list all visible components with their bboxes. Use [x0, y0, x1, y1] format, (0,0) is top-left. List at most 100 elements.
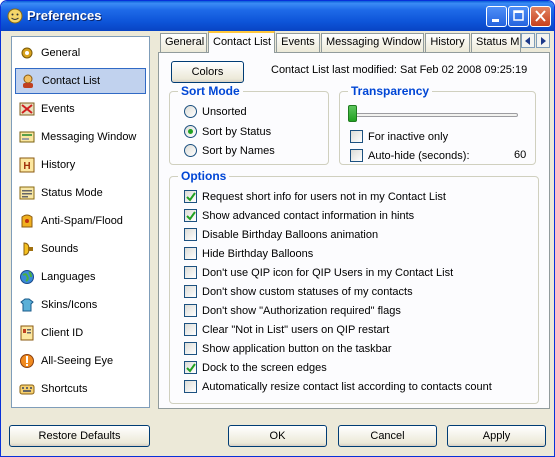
option-dock-to-screen-edges[interactable]: Dock to the screen edges — [184, 361, 327, 374]
checkbox[interactable] — [350, 149, 363, 162]
preferences-window: Preferences General Contact List Events … — [0, 0, 555, 457]
tab-events[interactable]: Events — [276, 33, 320, 52]
nav-item-contact-list[interactable]: Contact List — [15, 68, 146, 94]
checkbox-label: Clear "Not in List" users on QIP restart — [202, 323, 390, 336]
tab-contact-list[interactable]: Contact List — [208, 31, 275, 53]
checkbox-for-inactive-only[interactable]: For inactive only — [350, 130, 448, 143]
nav-item-label: Languages — [41, 271, 96, 283]
option-dont-use-qip-icon[interactable]: Don't use QIP icon for QIP Users in my C… — [184, 266, 453, 279]
nav-item-history[interactable]: H History — [15, 152, 146, 178]
nav-item-shortcuts[interactable]: Shortcuts — [15, 376, 146, 402]
checkbox-auto-hide[interactable]: Auto-hide (seconds): — [350, 149, 470, 162]
nav-item-label: Shortcuts — [41, 383, 88, 395]
checkbox-label: Automatically resize contact list accord… — [202, 380, 492, 393]
maximize-button[interactable] — [508, 6, 529, 27]
maximize-icon — [513, 10, 524, 21]
radio-sort-by-names[interactable]: Sort by Names — [184, 144, 275, 157]
skins-icon — [20, 298, 34, 312]
option-show-taskbar-button[interactable]: Show application button on the taskbar — [184, 342, 392, 355]
checkbox[interactable] — [184, 342, 197, 355]
checkbox-label: Auto-hide (seconds): — [368, 149, 470, 162]
checkmark-icon — [186, 211, 196, 221]
sounds-icon — [23, 242, 33, 256]
sort-mode-title: Sort Mode — [178, 84, 243, 98]
apply-button[interactable]: Apply — [447, 425, 546, 447]
nav-item-sounds[interactable]: Sounds — [15, 236, 146, 262]
option-clear-not-in-list[interactable]: Clear "Not in List" users on QIP restart — [184, 323, 389, 336]
contact-list-tab-panel: Colors Contact List last modified: Sat F… — [158, 52, 550, 409]
transparency-group: Transparency For inactive only Auto-hide… — [339, 84, 536, 165]
transparency-slider-thumb[interactable] — [348, 105, 357, 122]
option-dont-show-authorization-flags[interactable]: Don't show "Authorization required" flag… — [184, 304, 401, 317]
nav-item-client-id[interactable]: Client ID — [15, 320, 146, 346]
sort-mode-group: Sort Mode Unsorted Sort by Status Sort b… — [169, 84, 329, 165]
checkbox[interactable] — [184, 361, 197, 374]
nav-item-general[interactable]: General — [15, 40, 146, 66]
shortcuts-icon — [19, 384, 35, 395]
arrow-right-icon — [541, 36, 546, 45]
nav-item-messaging-window[interactable]: Messaging Window — [15, 124, 146, 150]
cancel-button[interactable]: Cancel — [338, 425, 437, 447]
checkbox[interactable] — [184, 247, 197, 260]
nav-item-label: Client ID — [41, 327, 84, 339]
checkbox[interactable] — [184, 190, 197, 203]
colors-button[interactable]: Colors — [171, 61, 244, 83]
checkbox[interactable] — [184, 228, 197, 241]
checkmark-icon — [186, 363, 196, 373]
radio-label: Sort by Status — [202, 125, 272, 138]
option-dont-show-custom-statuses[interactable]: Don't show custom statuses of my contact… — [184, 285, 413, 298]
tab-messaging-window[interactable]: Messaging Window — [321, 33, 424, 52]
radio-label: Sort by Names — [202, 144, 275, 157]
radio-sort-by-status[interactable]: Sort by Status — [184, 125, 271, 138]
tab-status-mode[interactable]: Status M — [471, 33, 521, 52]
radio-button[interactable] — [184, 125, 197, 138]
checkbox-label: Request short info for users not in my C… — [202, 190, 446, 203]
radio-button[interactable] — [184, 105, 197, 118]
option-hide-birthday-balloons[interactable]: Hide Birthday Balloons — [184, 247, 313, 260]
tab-general[interactable]: General — [160, 33, 207, 52]
nav-item-label: Events — [41, 103, 75, 115]
minimize-button[interactable] — [486, 6, 507, 27]
window-title: Preferences — [27, 8, 102, 23]
option-show-advanced-contact-info[interactable]: Show advanced contact information in hin… — [184, 209, 414, 222]
nav-item-status-mode[interactable]: Status Mode — [15, 180, 146, 206]
nav-item-all-seeing-eye[interactable]: All-Seeing Eye — [15, 348, 146, 374]
ok-button[interactable]: OK — [228, 425, 327, 447]
checkmark-icon — [186, 192, 196, 202]
option-auto-resize-contact-list[interactable]: Automatically resize contact list accord… — [184, 380, 492, 393]
tab-scroll-right-button[interactable] — [536, 33, 550, 48]
checkbox[interactable] — [184, 304, 197, 317]
checkbox-label: Disable Birthday Balloons animation — [202, 228, 379, 241]
radio-unsorted[interactable]: Unsorted — [184, 105, 247, 118]
contact-list-icon — [23, 74, 33, 88]
title-bar[interactable]: Preferences — [1, 1, 554, 31]
nav-item-skins-icons[interactable]: Skins/Icons — [15, 292, 146, 318]
nav-item-label: General — [41, 47, 81, 59]
status-mode-icon — [19, 186, 35, 200]
close-button[interactable] — [530, 6, 551, 27]
checkbox-label: Hide Birthday Balloons — [202, 247, 314, 260]
checkbox[interactable] — [184, 209, 197, 222]
radio-button[interactable] — [184, 144, 197, 157]
checkbox[interactable] — [184, 380, 197, 393]
languages-icon — [20, 270, 34, 284]
checkbox[interactable] — [184, 285, 197, 298]
nav-item-anti-spam-flood[interactable]: Anti-Spam/Flood — [15, 208, 146, 234]
close-icon — [535, 10, 546, 22]
transparency-slider-track[interactable] — [352, 113, 518, 117]
tab-scroll-left-button[interactable] — [521, 33, 535, 48]
radio-label: Unsorted — [202, 105, 247, 118]
events-icon — [19, 102, 35, 116]
checkbox-label: For inactive only — [368, 130, 449, 143]
checkbox[interactable] — [184, 323, 197, 336]
option-request-short-info[interactable]: Request short info for users not in my C… — [184, 190, 446, 203]
nav-item-languages[interactable]: Languages — [15, 264, 146, 290]
checkbox-label: Don't use QIP icon for QIP Users in my C… — [202, 266, 454, 279]
tab-history[interactable]: History — [425, 33, 470, 52]
options-group: Options Request short info for users not… — [169, 169, 539, 404]
nav-item-events[interactable]: Events — [15, 96, 146, 122]
restore-defaults-button[interactable]: Restore Defaults — [9, 425, 150, 447]
option-disable-birthday-animation[interactable]: Disable Birthday Balloons animation — [184, 228, 378, 241]
checkbox[interactable] — [350, 130, 363, 143]
checkbox[interactable] — [184, 266, 197, 279]
